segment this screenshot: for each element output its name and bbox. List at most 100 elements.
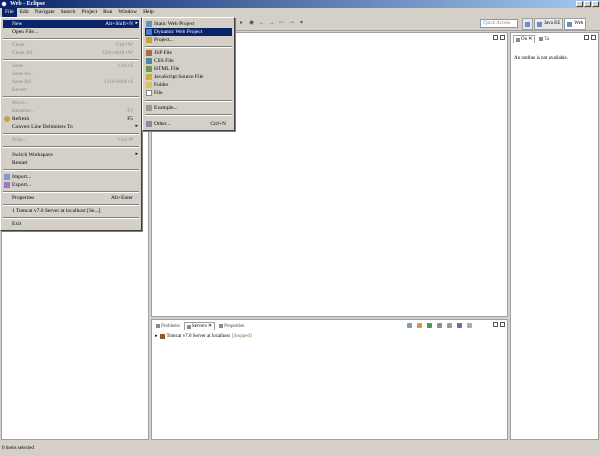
menu-file[interactable]: File	[2, 8, 17, 17]
minimize-view-button[interactable]	[493, 35, 498, 40]
menu-item-label: Move...	[12, 100, 29, 106]
view-menu-icon[interactable]	[467, 323, 472, 328]
run-icon[interactable]: ▸	[238, 20, 245, 27]
outline-message: An outline is not available.	[514, 56, 569, 61]
menu-item-javascript-source-file[interactable]: JavaScript Source File	[145, 73, 232, 81]
menu-item-label: Switch Workspace	[12, 152, 53, 158]
menu-item-dynamic-web-project[interactable]: Dynamic Web Project	[145, 28, 232, 36]
menu-navigate[interactable]: Navigate	[32, 8, 58, 17]
menu-item-properties[interactable]: Properties Alt+Enter	[3, 194, 139, 202]
menu-item-accel: F5	[127, 116, 133, 122]
outline-icon	[516, 37, 520, 42]
menu-item-other[interactable]: Other... Ctrl+N	[145, 120, 232, 128]
debug-server-icon[interactable]	[417, 323, 422, 328]
menu-window[interactable]: Window	[115, 8, 140, 17]
perspective-java-ee[interactable]: Java EE	[534, 18, 564, 30]
menu-help[interactable]: Help	[140, 8, 157, 17]
menu-item-label: File	[154, 90, 163, 96]
nav-next-icon[interactable]: ⇢	[288, 20, 295, 27]
menu-item-static-web-project[interactable]: Static Web Project	[145, 20, 232, 28]
minimize-button[interactable]	[576, 1, 583, 7]
server-row[interactable]: ▸ Tomcat v7.0 Server at localhost [Stopp…	[155, 333, 252, 339]
file-icon	[146, 90, 152, 96]
nav-history-icon[interactable]: ⇠	[278, 20, 285, 27]
minimize-view-button[interactable]	[584, 35, 589, 40]
maximize-view-button[interactable]	[591, 35, 596, 40]
menu-search[interactable]: Search	[58, 8, 79, 17]
open-perspective-button[interactable]	[522, 18, 533, 30]
menu-item-save-as[interactable]: Save As...	[3, 70, 139, 78]
menu-item-label: Restart	[12, 160, 28, 166]
menu-run[interactable]: Run	[100, 8, 115, 17]
maximize-view-button[interactable]	[500, 322, 505, 327]
menu-item-example[interactable]: Example...	[145, 104, 232, 112]
start-server-icon[interactable]	[427, 323, 432, 328]
menu-item-open-file[interactable]: Open File...	[3, 28, 139, 36]
expand-icon[interactable]: ▸	[155, 333, 158, 339]
pin-icon[interactable]: ▾	[298, 20, 305, 27]
tab-outline[interactable]: Ou ✕	[513, 35, 536, 43]
maximize-button[interactable]	[584, 1, 591, 7]
menu-edit[interactable]: Edit	[17, 8, 32, 17]
menu-item-restart[interactable]: Restart	[3, 159, 139, 167]
menu-item-print[interactable]: Print... Ctrl+P	[3, 136, 139, 144]
menu-item-html-file[interactable]: HTML File	[145, 65, 232, 73]
back-icon[interactable]: ←	[258, 20, 265, 27]
menu-project[interactable]: Project	[79, 8, 101, 17]
menu-item-revert[interactable]: Revert	[3, 86, 139, 94]
tomcat-server-icon	[159, 333, 165, 339]
export-icon	[4, 182, 10, 188]
menu-separator	[3, 146, 139, 148]
collapse-all-icon[interactable]	[407, 323, 412, 328]
menu-item-export[interactable]: Export...	[3, 181, 139, 189]
menu-item-move[interactable]: Move...	[3, 99, 139, 107]
close-window-button[interactable]	[592, 1, 599, 7]
menu-item-switch-workspace[interactable]: Switch Workspace ▸	[3, 151, 139, 159]
menu-item-file[interactable]: File	[145, 89, 232, 97]
debug-icon[interactable]: ◆	[248, 20, 255, 27]
menu-item-accel: Ctrl+Shift+W	[102, 50, 133, 56]
menu-item-save-all[interactable]: Save All Ctrl+Shift+S	[3, 78, 139, 86]
menu-item-close-all[interactable]: Close All Ctrl+Shift+W	[3, 49, 139, 57]
menu-item-import[interactable]: Import...	[3, 173, 139, 181]
maximize-view-button[interactable]	[500, 35, 505, 40]
menu-item-save[interactable]: Save Ctrl+S	[3, 62, 139, 70]
tab-label: Servers	[191, 324, 207, 329]
profile-server-icon[interactable]	[437, 323, 442, 328]
menu-item-label: Example...	[154, 105, 178, 111]
menu-item-accel: Ctrl+S	[118, 63, 133, 69]
menu-item-jsp-file[interactable]: JSP File	[145, 49, 232, 57]
menu-item-label: Export...	[12, 182, 32, 188]
tab-servers[interactable]: Servers ✕	[183, 322, 216, 330]
window-titlebar: Web - Eclipse	[0, 0, 600, 8]
status-bar: 0 items selected	[0, 442, 600, 456]
menu-item-folder[interactable]: Folder	[145, 81, 232, 89]
close-tab-icon[interactable]: ✕	[528, 36, 532, 43]
publish-icon[interactable]	[457, 323, 462, 328]
minimize-view-button[interactable]	[493, 322, 498, 327]
menu-item-project[interactable]: Project...	[145, 36, 232, 44]
menu-item-css-file[interactable]: CSS File	[145, 57, 232, 65]
menu-item-exit[interactable]: Exit	[3, 220, 139, 228]
tab-problems[interactable]: Problems	[154, 322, 182, 330]
menu-item-new[interactable]: New Alt+Shift+N ▸	[3, 20, 139, 28]
eclipse-logo-icon	[1, 1, 7, 7]
menu-item-convert-line-delimiters[interactable]: Convert Line Delimiters To ▸	[3, 123, 139, 131]
forward-icon[interactable]: →	[268, 20, 275, 27]
server-status: [Stopped]	[231, 333, 252, 339]
menu-item-refresh[interactable]: Refresh F5	[3, 115, 139, 123]
perspective-web[interactable]: Web	[564, 18, 587, 30]
tab-properties[interactable]: Properties	[217, 322, 246, 330]
stop-server-icon[interactable]	[447, 323, 452, 328]
tab-task-list[interactable]: Ta	[537, 35, 551, 43]
menu-item-rename[interactable]: Rename... F2	[3, 107, 139, 115]
menu-item-label: CSS File	[154, 58, 174, 64]
menu-item-accel: Alt+Shift+N	[105, 21, 133, 27]
menu-separator	[3, 96, 139, 98]
menu-item-label: Revert	[12, 87, 27, 93]
menu-item-recent-file[interactable]: 1 Tomcat v7.0 Server at localhost [Se...…	[3, 207, 139, 215]
menu-item-close[interactable]: Close Ctrl+W	[3, 41, 139, 49]
tab-label: Properties	[224, 323, 245, 329]
close-tab-icon[interactable]: ✕	[208, 323, 212, 330]
quick-access-input[interactable]: Quick Access	[480, 19, 518, 28]
